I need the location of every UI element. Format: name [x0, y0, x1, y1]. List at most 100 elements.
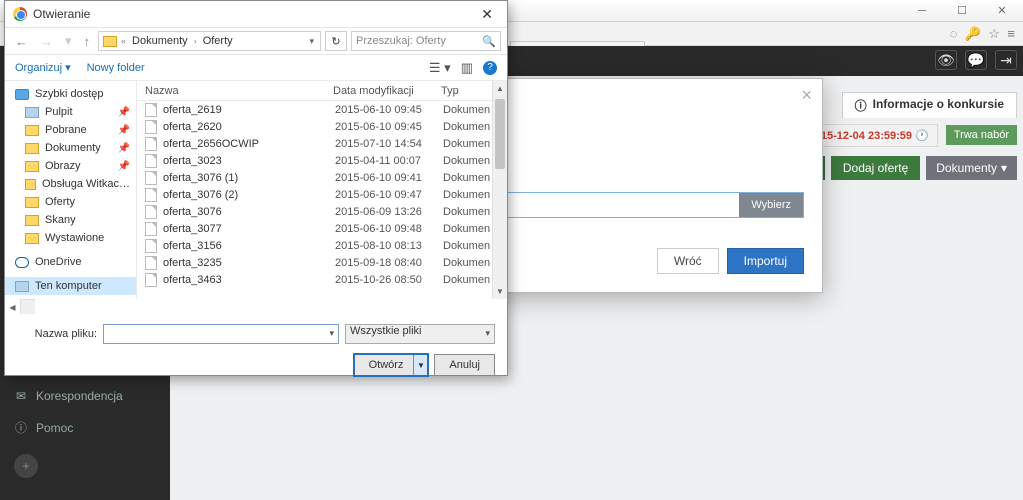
tree-oferty[interactable]: Oferty: [5, 193, 136, 211]
folder-icon: [25, 215, 39, 226]
sidebar-add-button[interactable]: +: [14, 454, 38, 478]
dokumenty-button[interactable]: Dokumenty ▾: [926, 156, 1017, 180]
scroll-up-icon[interactable]: ▲: [493, 81, 507, 96]
dialog-toolbar: Organizuj ▾ Nowy folder ☰ ▾ ▥ ?: [5, 55, 507, 81]
vertical-scrollbar[interactable]: ▲ ▼: [492, 81, 507, 299]
tree-pobrane[interactable]: Pobrane📌: [5, 121, 136, 139]
file-date: 2015-06-09 13:26: [335, 206, 443, 218]
window-close[interactable]: ✕: [987, 2, 1017, 20]
nav-recent-button[interactable]: ▾: [61, 33, 76, 49]
file-type: Dokumen: [443, 274, 490, 286]
mail-icon: ✉: [14, 389, 28, 403]
dialog-bottom: Nazwa pliku: Wszystkie pliki Otwórz ▼ An…: [5, 314, 507, 384]
file-row[interactable]: oferta_31562015-08-10 08:13Dokumen: [137, 237, 507, 254]
search-input[interactable]: Przeszukaj: Oferty 🔍: [351, 31, 501, 51]
help-button[interactable]: ?: [483, 61, 497, 75]
tree-label: Oferty: [45, 196, 75, 208]
star-icon[interactable]: ☆: [988, 26, 1000, 41]
folder-icon: [25, 179, 36, 190]
view-mode-button[interactable]: ☰ ▾: [429, 60, 451, 76]
file-row[interactable]: oferta_3076 (1)2015-06-10 09:41Dokumen: [137, 169, 507, 186]
nav-back-button[interactable]: ←: [11, 34, 32, 49]
window-minimize[interactable]: ─: [907, 2, 937, 20]
tab-informacje[interactable]: ⓘ Informacje o konkursie: [842, 92, 1017, 118]
filetype-select[interactable]: Wszystkie pliki: [345, 324, 495, 344]
filename-input[interactable]: [103, 324, 339, 344]
eye-icon[interactable]: 👁: [935, 50, 957, 70]
tree-wystawione[interactable]: Wystawione: [5, 229, 136, 247]
tree-label: Wystawione: [45, 232, 104, 244]
file-list: Nazwa Data modyfikacji Typ oferta_261920…: [137, 81, 507, 299]
pin-icon: 📌: [118, 107, 130, 118]
sidebar-item-pomoc[interactable]: ⓘ Pomoc: [0, 411, 170, 444]
nav-up-button[interactable]: ↑: [80, 34, 95, 49]
file-type: Dokumen: [443, 240, 490, 252]
preview-pane-button[interactable]: ▥: [461, 60, 473, 76]
file-icon: [145, 188, 157, 202]
breadcrumb-a[interactable]: Dokumenty: [128, 35, 192, 47]
menu-icon[interactable]: ≡: [1007, 26, 1015, 41]
open-dropdown[interactable]: ▼: [413, 355, 427, 375]
scroll-down-icon[interactable]: ▼: [493, 284, 507, 299]
caret-down-icon: ▾: [1001, 161, 1007, 175]
tree-label: Obsługa Witkac…: [42, 178, 130, 190]
cancel-button[interactable]: Anuluj: [434, 354, 495, 376]
file-type: Dokumen: [443, 189, 490, 201]
file-row[interactable]: oferta_32352015-09-18 08:40Dokumen: [137, 254, 507, 271]
file-row[interactable]: oferta_3076 (2)2015-06-10 09:47Dokumen: [137, 186, 507, 203]
file-row[interactable]: oferta_30762015-06-09 13:26Dokumen: [137, 203, 507, 220]
sidebar-item-korespondencja[interactable]: ✉ Korespondencja: [0, 381, 170, 411]
logout-icon[interactable]: ⇥: [995, 50, 1017, 70]
dialog-close-button[interactable]: ✕: [475, 6, 499, 23]
file-date: 2015-04-11 00:07: [335, 155, 443, 167]
open-button[interactable]: Otwórz ▼: [354, 354, 429, 376]
refresh-button[interactable]: ↻: [325, 31, 347, 51]
breadcrumb-b[interactable]: Oferty: [199, 35, 237, 47]
tree-quick-access[interactable]: Szybki dostęp: [5, 85, 136, 103]
folder-icon: [25, 197, 39, 208]
file-type: Dokumen: [443, 172, 490, 184]
wybierz-button[interactable]: Wybierz: [739, 193, 803, 217]
col-date[interactable]: Data modyfikacji: [333, 85, 441, 97]
nav-forward-button[interactable]: →: [36, 34, 57, 49]
file-row[interactable]: oferta_30772015-06-10 09:48Dokumen: [137, 220, 507, 237]
importuj-button[interactable]: Importuj: [727, 248, 804, 274]
pin-icon: 📌: [118, 125, 130, 136]
star-icon: [15, 89, 29, 100]
chevron-icon: ›: [194, 36, 197, 46]
window-maximize[interactable]: ☐: [947, 2, 977, 20]
key-icon[interactable]: 🔑: [965, 26, 981, 41]
tree-pulpit[interactable]: Pulpit📌: [5, 103, 136, 121]
col-name[interactable]: Nazwa: [137, 85, 333, 97]
tree-onedrive[interactable]: OneDrive: [5, 253, 136, 271]
tree-dokumenty[interactable]: Dokumenty📌: [5, 139, 136, 157]
file-row[interactable]: oferta_34632015-10-26 08:50Dokumen: [137, 271, 507, 288]
chat-icon[interactable]: 💬: [965, 50, 987, 70]
list-header: Nazwa Data modyfikacji Typ: [137, 81, 507, 101]
scroll-left-icon[interactable]: ◀: [5, 300, 20, 314]
tree-label: Obrazy: [45, 160, 80, 172]
file-row[interactable]: oferta_26202015-06-10 09:45Dokumen: [137, 118, 507, 135]
new-folder-button[interactable]: Nowy folder: [87, 61, 145, 74]
file-row[interactable]: oferta_30232015-04-11 00:07Dokumen: [137, 152, 507, 169]
tree-skany[interactable]: Skany: [5, 211, 136, 229]
file-type: Dokumen: [443, 223, 490, 235]
tree-obsluga[interactable]: Obsługa Witkac…: [5, 175, 136, 193]
organize-menu[interactable]: Organizuj ▾: [15, 61, 71, 74]
tree-obrazy[interactable]: Obrazy📌: [5, 157, 136, 175]
info-icon: ⓘ: [14, 419, 28, 436]
globe-icon[interactable]: ◌: [950, 26, 958, 41]
dodaj-oferte-button[interactable]: Dodaj ofertę: [831, 156, 920, 180]
file-name: oferta_3076 (1): [163, 172, 335, 184]
file-row[interactable]: oferta_26192015-06-10 09:45Dokumen: [137, 101, 507, 118]
scroll-thumb[interactable]: [495, 99, 505, 169]
tree-label: Dokumenty: [45, 142, 101, 154]
scroll-right-icon[interactable]: ▶: [0, 300, 5, 314]
address-bar[interactable]: « Dokumenty › Oferty ▾: [98, 31, 321, 51]
modal-close-button[interactable]: ×: [801, 85, 812, 106]
address-dropdown[interactable]: ▾: [305, 36, 318, 47]
file-icon: [145, 120, 157, 134]
wroc-button[interactable]: Wróć: [657, 248, 719, 274]
tree-ten-komputer[interactable]: Ten komputer: [5, 277, 136, 295]
file-row[interactable]: oferta_2656OCWIP2015-07-10 14:54Dokumen: [137, 135, 507, 152]
